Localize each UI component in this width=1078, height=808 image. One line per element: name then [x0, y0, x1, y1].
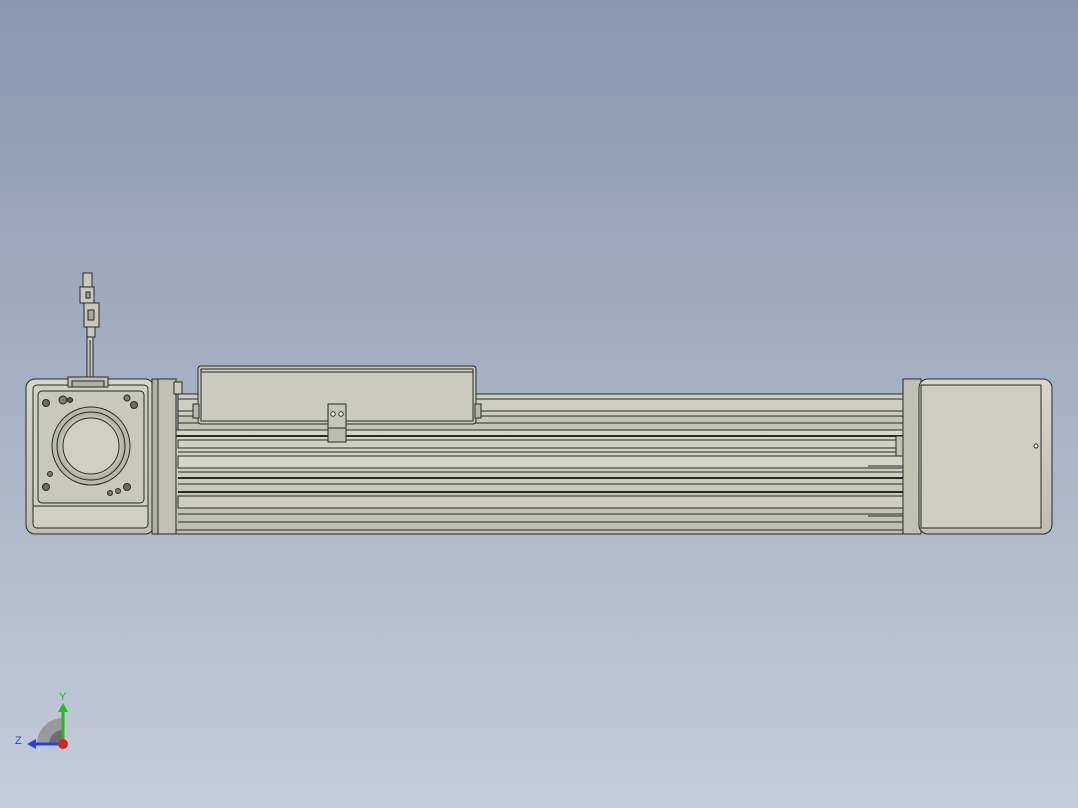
x-axis-origin	[58, 739, 68, 749]
y-axis-label: Y	[59, 691, 67, 703]
motor-end-block	[25, 376, 155, 535]
idler-end-block	[902, 378, 1053, 535]
z-axis-label: Z	[15, 735, 22, 747]
model-view: Y Z	[15, 272, 1053, 749]
motor-cable-connector	[79, 272, 100, 382]
cad-viewport[interactable]: Y Z	[0, 0, 1078, 808]
rail-extrusion	[175, 429, 909, 535]
y-axis-arrowhead	[58, 703, 68, 712]
linear-actuator	[25, 272, 1053, 535]
orientation-triad: Y Z	[15, 691, 68, 749]
z-axis-arrowhead	[27, 739, 36, 749]
